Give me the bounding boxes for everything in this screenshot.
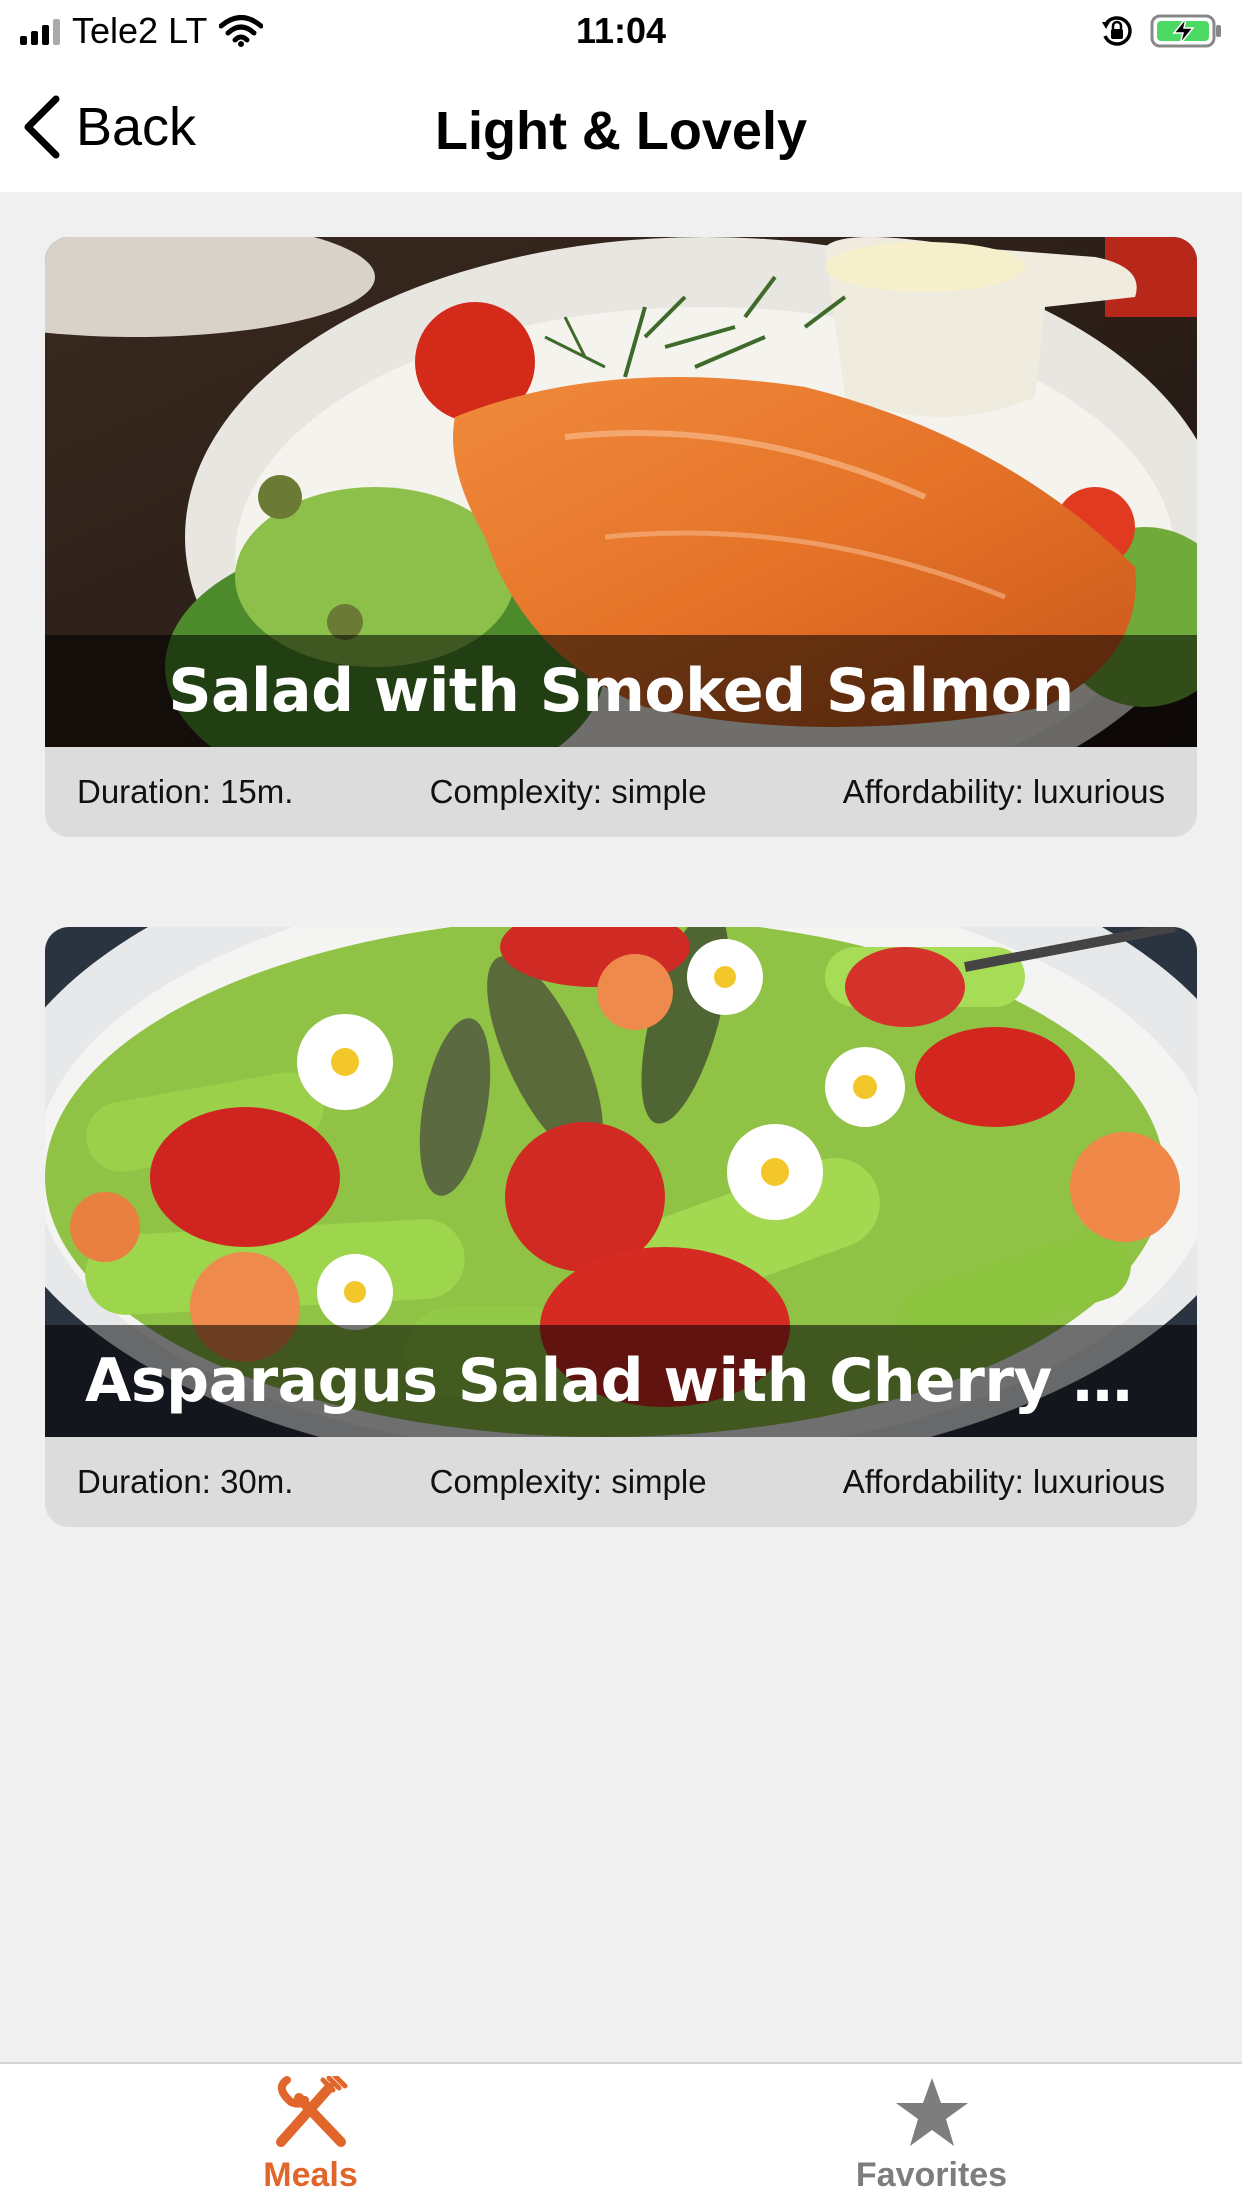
status-right bbox=[1100, 13, 1224, 49]
meal-details: Duration: 15m. Complexity: simple Afford… bbox=[45, 747, 1197, 837]
navigation-bar: Back Light & Lovely bbox=[0, 62, 1242, 192]
meal-title: Asparagus Salad with Cherry Tom... bbox=[85, 1346, 1157, 1416]
meal-affordability: Affordability: luxurious bbox=[842, 773, 1165, 810]
meal-duration: Duration: 30m. bbox=[77, 1463, 294, 1500]
back-label: Back bbox=[76, 97, 197, 157]
meal-details: Duration: 30m. Complexity: simple Afford… bbox=[45, 1437, 1197, 1527]
meal-title-bar: Asparagus Salad with Cherry Tom... bbox=[45, 1325, 1197, 1437]
meal-card-smoked-salmon[interactable]: Salad with Smoked Salmon Duration: 15m. … bbox=[45, 237, 1197, 837]
fork-knife-icon bbox=[275, 2076, 347, 2147]
tab-meals[interactable]: Meals bbox=[0, 2064, 621, 2208]
tab-bar: Meals Favorites bbox=[0, 2062, 1242, 2208]
star-icon bbox=[895, 2078, 968, 2146]
status-left: Tele2 LT bbox=[20, 10, 264, 52]
signal-icon bbox=[20, 17, 60, 45]
chevron-left-icon bbox=[24, 95, 60, 159]
battery-icon bbox=[1150, 14, 1221, 48]
tab-label: Favorites bbox=[855, 2156, 1008, 2194]
meal-title: Salad with Smoked Salmon bbox=[168, 656, 1074, 726]
tab-favorites[interactable]: Favorites bbox=[621, 2064, 1242, 2208]
status-bar: Tele2 LT 11:04 bbox=[0, 0, 1242, 62]
back-button[interactable]: Back bbox=[20, 92, 196, 162]
meal-complexity: Complexity: simple bbox=[429, 773, 707, 810]
carrier-label: Tele2 LT bbox=[72, 10, 208, 51]
meal-duration: Duration: 15m. bbox=[77, 773, 294, 810]
meal-affordability: Affordability: luxurious bbox=[842, 1463, 1165, 1500]
meal-title-bar: Salad with Smoked Salmon bbox=[45, 635, 1197, 747]
meal-complexity: Complexity: simple bbox=[429, 1463, 707, 1500]
wifi-icon bbox=[219, 15, 264, 47]
meal-card-asparagus-salad[interactable]: Asparagus Salad with Cherry Tom... Durat… bbox=[45, 927, 1197, 1527]
orientation-lock-icon bbox=[1102, 16, 1132, 46]
tab-label: Meals bbox=[263, 2156, 358, 2194]
